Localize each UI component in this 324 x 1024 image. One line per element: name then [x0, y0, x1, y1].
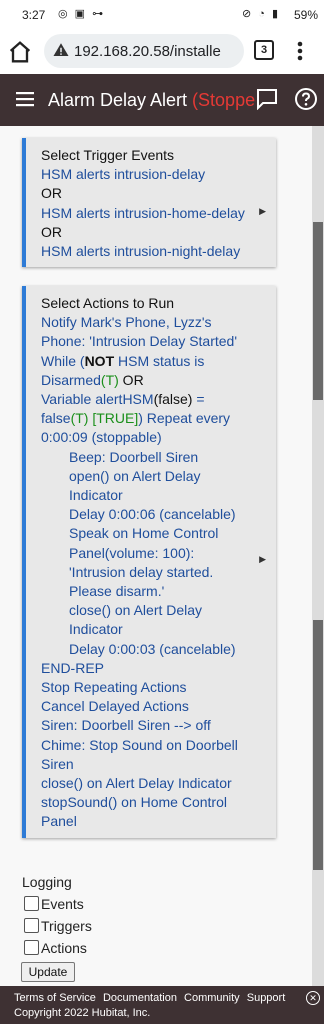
action-close: close() on Alert Delay Indicator	[69, 602, 203, 638]
events-checkbox[interactable]	[24, 896, 39, 911]
more-vert-icon[interactable]	[290, 38, 310, 64]
trigger-line: OR	[41, 185, 62, 202]
action-close: close() on Alert Delay Indicator	[41, 775, 232, 792]
footer-link-terms[interactable]: Terms of Service	[14, 992, 96, 1004]
help-icon[interactable]	[294, 87, 318, 111]
status-bar: 3:27 ◎ ▣ ⊶ ⊘ ◔ ▮ 59%	[0, 0, 324, 30]
trigger-line: HSM alerts intrusion-night-delay	[41, 243, 241, 260]
logging-option-actions[interactable]: Actions	[24, 940, 87, 960]
close-icon[interactable]: ✕	[306, 991, 320, 1005]
page-title: Alarm Delay Alert (Stopped)	[48, 90, 271, 111]
app-title: Alarm Delay Alert	[48, 90, 193, 110]
browser-toolbar: 192.168.20.58/installe 3	[0, 30, 324, 74]
update-button[interactable]: Update	[21, 962, 75, 982]
chat-icon[interactable]	[256, 88, 278, 110]
action-open: open() on Alert Delay Indicator	[69, 467, 201, 504]
action-siren: Siren: Doorbell Siren --> off	[41, 717, 211, 734]
actions-card-title: Select Actions to Run	[41, 295, 175, 311]
trigger-events-card[interactable]: Select Trigger Events HSM alerts intrusi…	[22, 138, 276, 268]
main-content: Select Trigger Events HSM alerts intrusi…	[0, 126, 312, 986]
trigger-line: HSM alerts intrusion-delay	[41, 166, 206, 183]
copyright: Copyright 2022 Hubitat, Inc.	[14, 1007, 151, 1019]
trigger-line: OR	[41, 223, 62, 240]
actions-card[interactable]: Select Actions to Run Notify Mark's Phon…	[22, 286, 276, 838]
actions-checkbox[interactable]	[24, 940, 39, 955]
action-endrep: END-REP	[41, 659, 105, 676]
action-speak: Speak on Home Control Panel(volume: 100)…	[69, 525, 219, 600]
action-delay: Delay 0:00:03 (cancelable)	[69, 640, 236, 657]
warning-icon[interactable]	[52, 41, 70, 59]
clock: 3:27	[22, 8, 46, 22]
action-variable: Variable alertHSM(false) = false(T) [TRU…	[41, 391, 231, 446]
action-delay: Delay 0:00:06 (cancelable)	[69, 506, 236, 523]
home-icon[interactable]	[6, 38, 34, 66]
action-beep: Beep: Doorbell Siren	[69, 448, 199, 465]
url-text[interactable]: 192.168.20.58/installe	[74, 43, 240, 60]
trigger-card-title: Select Trigger Events	[41, 147, 175, 163]
action-cancel-delayed: Cancel Delayed Actions	[41, 698, 189, 715]
footer-link-support[interactable]: Support	[247, 992, 286, 1004]
footer-link-documentation[interactable]: Documentation	[103, 992, 177, 1004]
address-bar[interactable]: 192.168.20.58/installe	[44, 34, 244, 68]
logging-option-events[interactable]: Events	[24, 896, 84, 916]
hamburger-menu-icon[interactable]	[16, 91, 34, 107]
tab-switcher-button[interactable]: 3	[254, 40, 274, 60]
footer: Terms of Service Documentation Community…	[0, 986, 324, 1024]
trigger-line: HSM alerts intrusion-home-delay	[41, 204, 245, 221]
page-scrollbar[interactable]	[312, 126, 324, 986]
expand-arrow-icon: ▶	[259, 206, 266, 216]
action-stop-sound: stopSound() on Home Control Panel	[41, 794, 227, 830]
action-while: While (NOT HSM status is Disarmed(T) OR	[41, 352, 205, 388]
footer-link-community[interactable]: Community	[184, 992, 240, 1004]
scrollbar-thumb[interactable]	[313, 620, 323, 870]
action-notify: Notify Mark's Phone, Lyzz's Phone: 'Intr…	[41, 314, 238, 350]
notification-icons: ◎ ▣ ⊶	[58, 8, 106, 20]
signal-icons: ⊘ ◔ ▮	[241, 8, 280, 20]
triggers-checkbox[interactable]	[24, 918, 39, 933]
scrollbar-thumb[interactable]	[313, 222, 323, 400]
action-chime: Chime: Stop Sound on Doorbell Siren	[41, 736, 238, 772]
logging-label: Logging	[22, 874, 72, 890]
battery-level: 59%	[293, 8, 318, 22]
logging-option-triggers[interactable]: Triggers	[24, 918, 92, 938]
action-stop-repeating: Stop Repeating Actions	[41, 679, 187, 696]
expand-arrow-icon: ▶	[259, 554, 266, 564]
app-bar: Alarm Delay Alert (Stopped)	[0, 74, 324, 126]
footer-links: Terms of Service Documentation Community…	[14, 992, 289, 1004]
